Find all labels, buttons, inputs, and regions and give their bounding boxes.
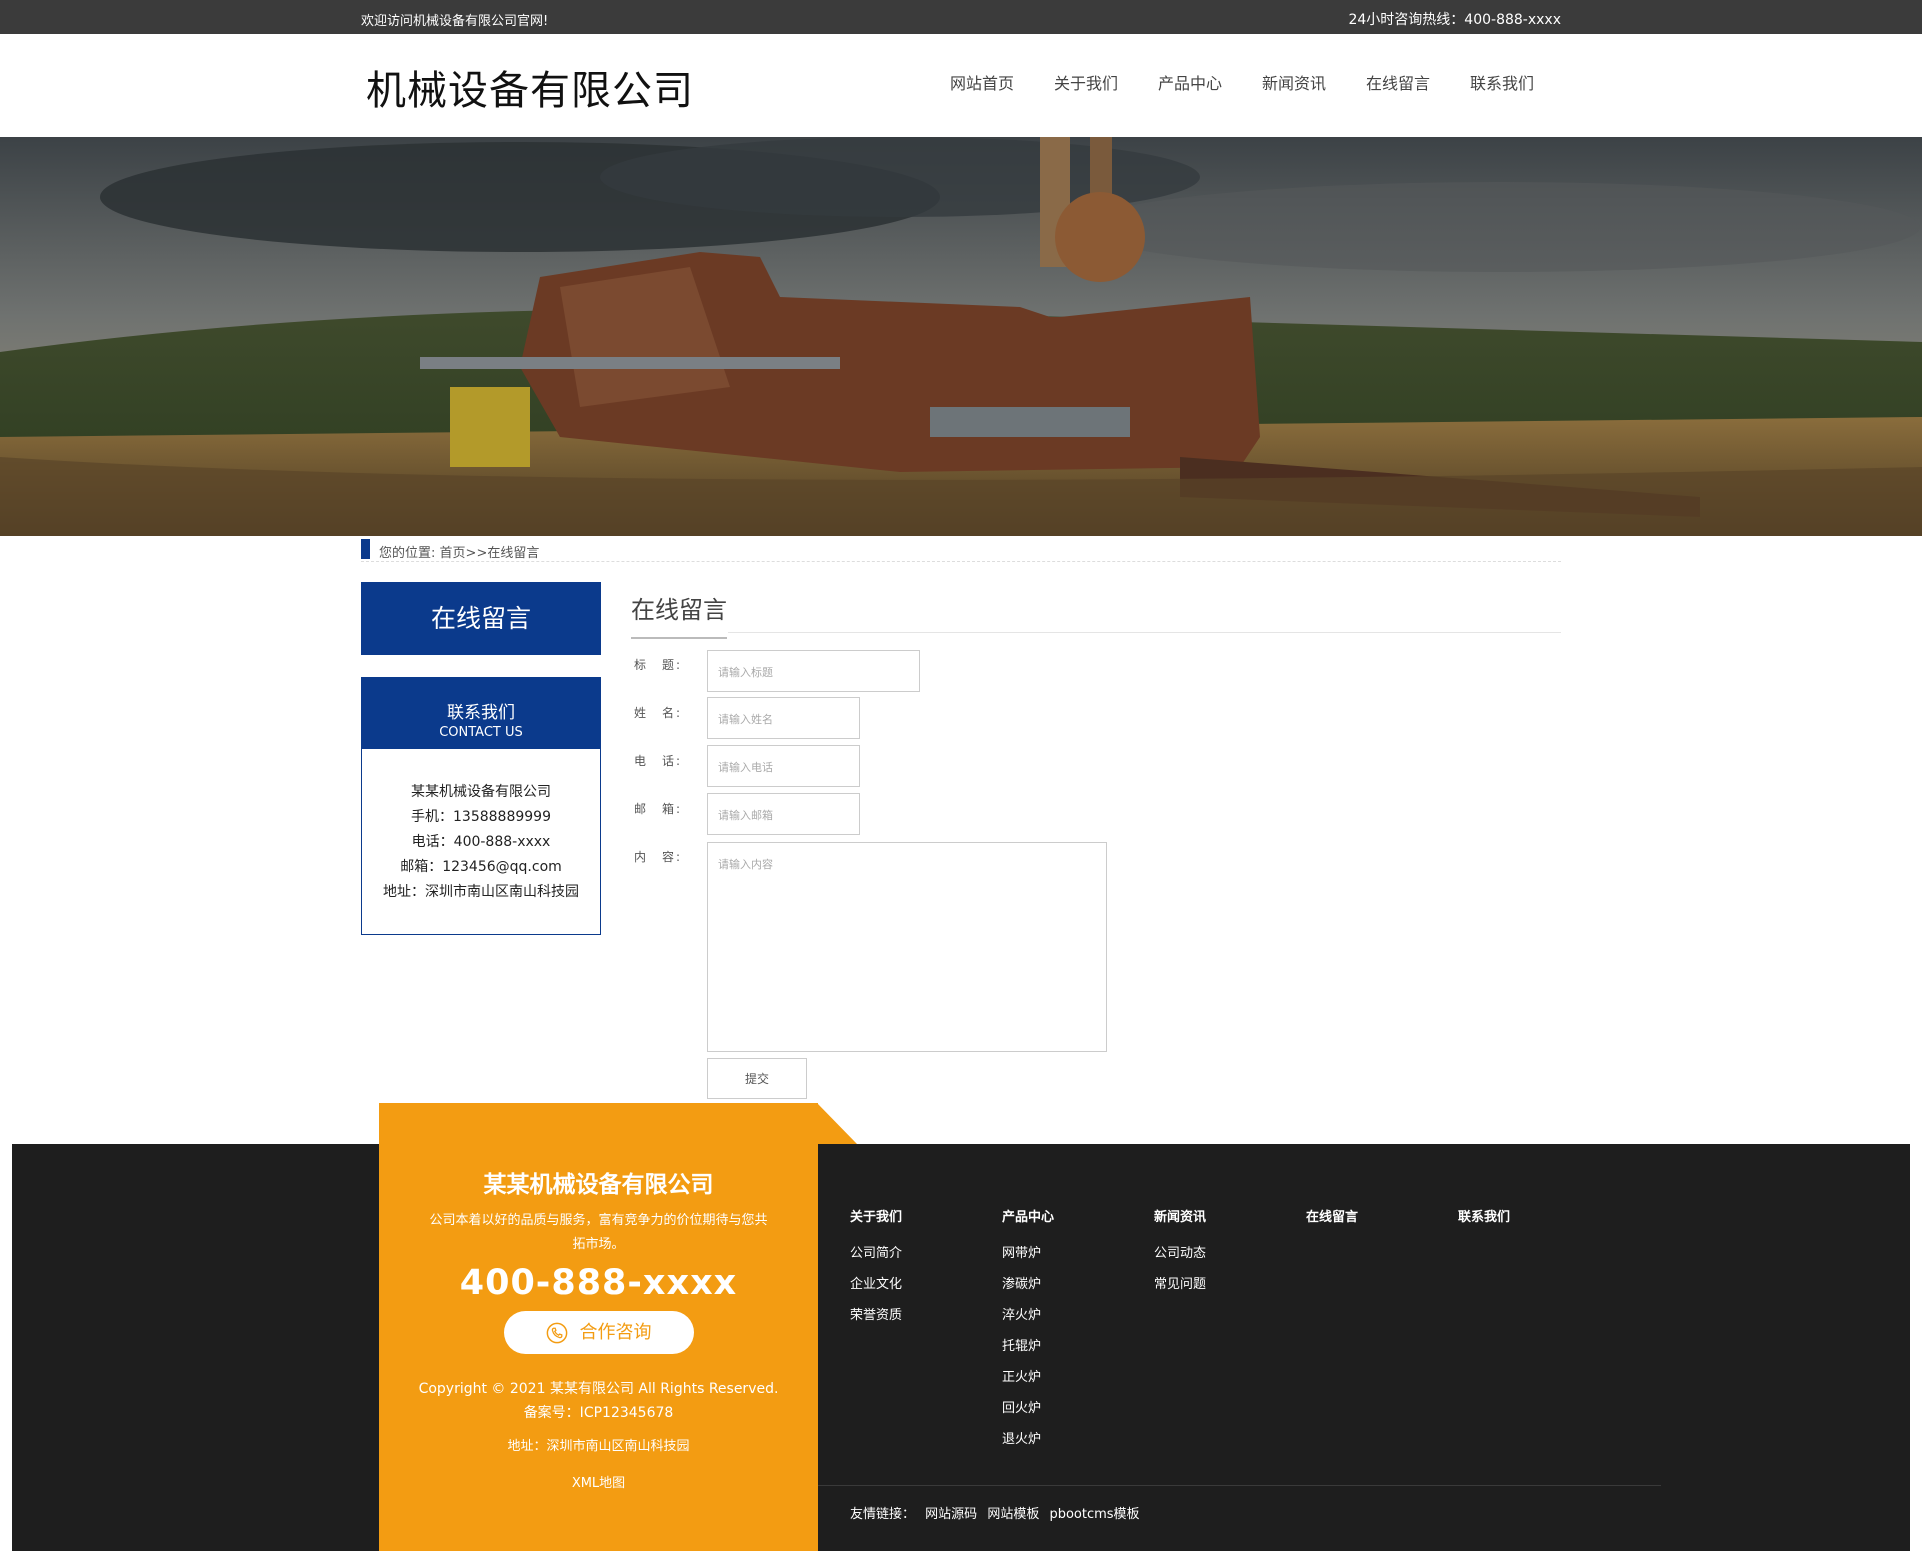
contact-company: 某某机械设备有限公司 [411,784,551,800]
banner-image [0,137,1922,536]
contact-mobile: 手机：13588889999 [411,809,551,825]
nav-item-about[interactable]: 关于我们 [1034,70,1138,94]
breadcrumb-marker [361,539,370,559]
footer-company-panel: 某某机械设备有限公司 公司本着以好的品质与服务，富有竞争力的价位期待与您共拓市场… [379,1103,818,1551]
content-textarea[interactable]: 请输入内容 [707,842,1107,1052]
footer-company-desc: 公司本着以好的品质与服务，富有竞争力的价位期待与您共拓市场。 [429,1213,768,1252]
footer-col-about: 关于我们 公司简介 企业文化 荣誉资质 [850,1206,1002,1335]
footer-link[interactable]: 托辊炉 [1002,1335,1154,1366]
hero-banner [0,137,1922,536]
nav-item-message[interactable]: 在线留言 [1346,70,1450,94]
friend-link[interactable]: 网站源码 [925,1507,977,1522]
contact-header: 联系我们 CONTACT US [362,678,600,749]
footer-col-title[interactable]: 在线留言 [1306,1206,1458,1225]
footer-divider [818,1485,1661,1486]
friend-link[interactable]: pbootcms模板 [1049,1507,1139,1522]
phone-input[interactable]: 请输入电话 [707,745,860,787]
contact-email: 邮箱：123456@qq.com [400,859,562,875]
footer-col-title[interactable]: 联系我们 [1458,1206,1610,1225]
footer-link[interactable]: 荣誉资质 [850,1304,1002,1335]
nav-item-news[interactable]: 新闻资讯 [1242,70,1346,94]
contact-title-cn: 联系我们 [447,703,515,723]
form-divider [728,632,1561,633]
submit-button[interactable]: 提交 [707,1058,807,1099]
breadcrumb-text: 您的位置: 首页>>在线留言 [379,542,539,561]
friend-link[interactable]: 网站模板 [987,1507,1039,1522]
nav-item-home[interactable]: 网站首页 [930,70,1034,94]
nav-item-contact[interactable]: 联系我们 [1450,70,1554,94]
hotline-text: 24小时咨询热线：400-888-xxxx [1348,12,1561,28]
footer-link[interactable]: 回火炉 [1002,1397,1154,1428]
footer-icp[interactable]: 备案号：ICP12345678 [379,1401,818,1425]
friend-links: 友情链接： 网站源码 网站模板 pbootcms模板 [850,1503,1146,1522]
phone-label: 电 话: [634,754,683,768]
contact-address: 地址：深圳市南山区南山科技园 [383,884,579,900]
breadcrumb-home-link[interactable]: 首页 [440,546,466,561]
sidebar-contact-box: 联系我们 CONTACT US 某某机械设备有限公司 手机：1358888999… [361,677,601,935]
footer-col-title[interactable]: 新闻资讯 [1154,1206,1306,1225]
consult-button-label: 合作咨询 [579,1322,652,1343]
contact-title-en: CONTACT US [439,725,523,740]
welcome-text: 欢迎访问机械设备有限公司官网! [361,14,549,29]
sidebar-title: 在线留言 [361,582,601,655]
footer-company-name: 某某机械设备有限公司 [483,1172,714,1198]
breadcrumb: 您的位置: 首页>>在线留言 [361,538,1561,562]
title-input[interactable]: 请输入标题 [707,650,920,692]
top-bar: 欢迎访问机械设备有限公司官网! 24小时咨询热线：400-888-xxxx [0,0,1922,34]
footer-phone: 400-888-xxxx [459,1263,738,1303]
site-logo[interactable]: 机械设备有限公司 [366,58,694,116]
footer-col-news: 新闻资讯 公司动态 常见问题 [1154,1206,1306,1304]
footer-link[interactable]: 公司动态 [1154,1242,1306,1273]
consult-button[interactable]: 合作咨询 [503,1311,694,1354]
footer-col-contact: 联系我们 [1458,1206,1610,1242]
footer-col-products: 产品中心 网带炉 渗碳炉 淬火炉 托辊炉 正火炉 回火炉 退火炉 [1002,1206,1154,1459]
breadcrumb-separator: >> [465,546,488,561]
nav-item-products[interactable]: 产品中心 [1138,70,1242,94]
email-label: 邮 箱: [634,802,683,816]
footer-link[interactable]: 网带炉 [1002,1242,1154,1273]
title-label: 标 题: [634,658,683,672]
footer-link[interactable]: 渗碳炉 [1002,1273,1154,1304]
phone-icon [546,1322,567,1343]
breadcrumb-current[interactable]: 在线留言 [487,546,539,561]
footer-address: 地址：深圳市南山区南山科技园 [507,1439,690,1454]
footer-col-title[interactable]: 产品中心 [1002,1206,1154,1225]
footer-xml-sitemap-link[interactable]: XML地图 [379,1472,818,1491]
footer-link[interactable]: 淬火炉 [1002,1304,1154,1335]
contact-phone: 电话：400-888-xxxx [411,834,551,850]
footer-link[interactable]: 企业文化 [850,1273,1002,1304]
footer-link[interactable]: 退火炉 [1002,1428,1154,1459]
footer-copyright: Copyright © 2021 某某有限公司 All Rights Reser… [418,1381,779,1397]
footer-col-message: 在线留言 [1306,1206,1458,1242]
footer-link[interactable]: 常见问题 [1154,1273,1306,1304]
footer-link[interactable]: 公司简介 [850,1242,1002,1273]
content-label: 内 容: [634,850,683,864]
breadcrumb-prefix: 您的位置: [379,546,436,561]
main-nav: 网站首页 关于我们 产品中心 新闻资讯 在线留言 联系我们 [930,70,1554,94]
footer-col-title[interactable]: 关于我们 [850,1206,1002,1225]
email-input[interactable]: 请输入邮箱 [707,793,860,835]
footer-orange-tab-corner [817,1103,857,1144]
friend-links-label: 友情链接： [850,1507,916,1522]
name-label: 姓 名: [634,706,683,720]
name-input[interactable]: 请输入姓名 [707,697,860,739]
form-title: 在线留言 [631,590,727,639]
contact-details: 某某机械设备有限公司 手机：13588889999 电话：400-888-xxx… [362,749,600,905]
footer-link[interactable]: 正火炉 [1002,1366,1154,1397]
